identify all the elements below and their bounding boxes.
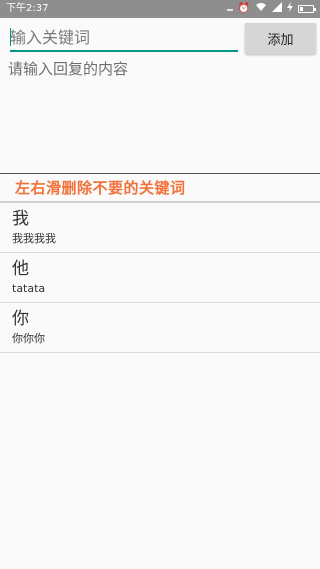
keyword-reply-text: 你你你 [12,332,45,345]
keyword-text: 你 [12,309,29,329]
keyword-list-item[interactable]: 我 我我我我 [0,203,320,253]
keyword-text: 他 [12,259,29,279]
battery-icon [298,5,316,13]
keyword-list: 我 我我我我 他 tatata 你 你你你 [0,203,320,353]
status-bar: 下午2:37 ⏰ [0,0,320,18]
reply-divider [0,173,320,174]
text-cursor [10,28,11,46]
keyword-text: 我 [12,209,29,229]
reply-content-input[interactable] [8,58,312,170]
status-time: 下午2:37 [6,3,49,14]
wifi-icon [255,2,267,16]
charging-icon [287,2,293,16]
status-icons: ⏰ [226,2,316,16]
keyword-list-item[interactable]: 你 你你你 [0,303,320,353]
signal-icon [272,2,282,16]
add-button[interactable]: 添加 [245,23,316,54]
alarm-icon: ⏰ [237,3,250,14]
swipe-delete-hint: 左右滑删除不要的关键词 [15,179,186,197]
signal-dots-icon [226,3,233,15]
keyword-reply-text: tatata [12,282,46,295]
keyword-reply-text: 我我我我 [12,232,56,245]
keyword-input[interactable] [10,26,238,52]
keyword-list-item[interactable]: 他 tatata [0,253,320,303]
